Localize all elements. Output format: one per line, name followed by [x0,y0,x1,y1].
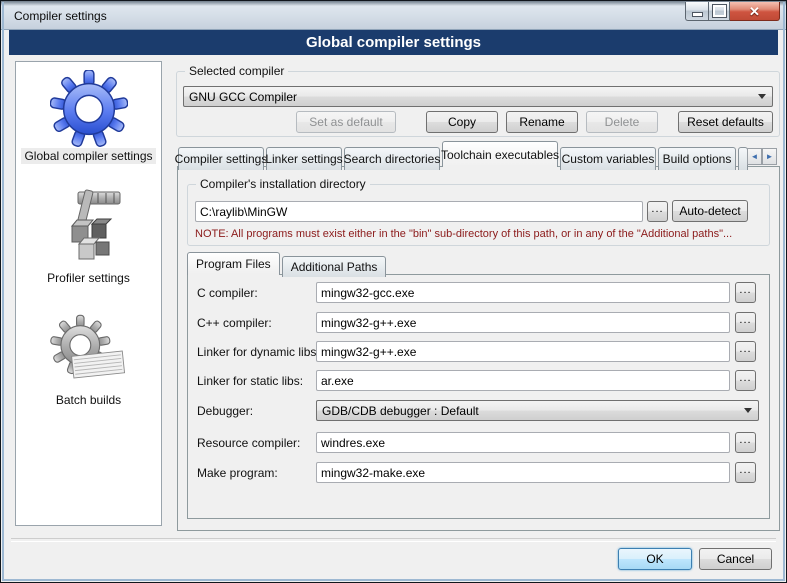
cpp-compiler-browse-button[interactable]: ... [735,312,756,333]
minimize-icon [692,12,703,17]
compiler-tabs: Compiler settings Linker settings Search… [178,141,750,167]
gear-blue-icon [50,70,128,148]
dynamic-linker-browse-button[interactable]: ... [735,341,756,362]
tab-search-directories[interactable]: Search directories [344,147,440,170]
caliper-icon [48,188,128,270]
close-icon: ✕ [749,5,760,18]
tab-scroll-left-button[interactable]: ◄ [747,148,762,165]
tab-additional-paths[interactable]: Additional Paths [282,256,387,277]
arrow-left-icon: ◄ [751,152,759,161]
ok-button[interactable]: OK [618,548,692,570]
auto-detect-button[interactable]: Auto-detect [672,200,748,222]
c-compiler-label: C compiler: [197,286,258,300]
compiler-select-value: GNU GCC Compiler [189,90,297,104]
chevron-down-icon [744,408,752,413]
set-as-default-button[interactable]: Set as default [296,111,396,133]
static-linker-label: Linker for static libs: [197,374,303,388]
make-program-browse-button[interactable]: ... [735,462,756,483]
debugger-select-value: GDB/CDB debugger : Default [322,404,479,418]
maximize-icon [713,5,726,17]
install-dir-input[interactable] [195,201,643,222]
static-linker-input[interactable] [316,370,730,391]
tab-toolchain-executables[interactable]: Toolchain executables [442,141,558,167]
make-program-input[interactable] [316,462,730,483]
install-dir-browse-button[interactable]: ... [647,201,668,222]
compiler-select[interactable]: GNU GCC Compiler [183,86,773,107]
cpp-compiler-input[interactable] [316,312,730,333]
minimize-button[interactable] [685,2,708,21]
compiler-settings-dialog: Compiler settings ✕ Global compiler sett… [0,0,787,583]
program-tabs: Program Files Additional Paths [187,252,388,275]
sidebar-item-label: Batch builds [53,392,124,408]
window-title: Compiler settings [14,9,107,23]
title-bar[interactable]: Compiler settings ✕ [1,1,786,30]
make-program-label: Make program: [197,466,278,480]
settings-sidebar: Global compiler settings Profiler settin… [15,61,162,526]
tab-scroll-buttons: ◄ ► [747,148,777,165]
dynamic-linker-input[interactable] [316,341,730,362]
tab-compiler-settings[interactable]: Compiler settings [178,147,264,170]
debugger-label: Debugger: [197,404,253,418]
sidebar-item-profiler-settings[interactable]: Profiler settings [44,188,133,286]
resource-compiler-browse-button[interactable]: ... [735,432,756,453]
delete-button[interactable]: Delete [586,111,658,133]
tab-program-files[interactable]: Program Files [187,252,280,275]
dynamic-linker-label: Linker for dynamic libs: [197,345,320,359]
install-dir-note: NOTE: All programs must exist either in … [195,228,732,240]
sidebar-item-batch-builds[interactable]: Batch builds [49,312,129,408]
install-dir-group-label: Compiler's installation directory [196,177,370,191]
cpp-compiler-label: C++ compiler: [197,316,272,330]
resource-compiler-label: Resource compiler: [197,436,300,450]
chevron-down-icon [758,94,766,99]
page-title-banner: Global compiler settings [9,30,778,55]
selected-compiler-group-label: Selected compiler [185,64,288,78]
window-controls: ✕ [685,2,780,21]
cancel-button[interactable]: Cancel [699,548,772,570]
page-title: Global compiler settings [306,34,481,51]
sidebar-item-label: Profiler settings [44,270,133,286]
static-linker-browse-button[interactable]: ... [735,370,756,391]
c-compiler-input[interactable] [316,282,730,303]
footer-separator [11,538,776,542]
maximize-button[interactable] [708,2,730,21]
rename-button[interactable]: Rename [506,111,578,133]
reset-defaults-button[interactable]: Reset defaults [678,111,773,133]
tab-build-options[interactable]: Build options [658,147,736,170]
resource-compiler-input[interactable] [316,432,730,453]
tab-custom-variables[interactable]: Custom variables [560,147,656,170]
arrow-right-icon: ► [766,152,774,161]
tab-scroll-right-button[interactable]: ► [762,148,777,165]
copy-button[interactable]: Copy [426,111,498,133]
debugger-select[interactable]: GDB/CDB debugger : Default [316,400,759,421]
c-compiler-browse-button[interactable]: ... [735,282,756,303]
close-button[interactable]: ✕ [730,2,780,21]
gear-stack-icon [49,312,129,392]
tab-linker-settings[interactable]: Linker settings [266,147,342,170]
sidebar-item-global-compiler-settings[interactable]: Global compiler settings [21,70,155,164]
sidebar-item-label: Global compiler settings [21,148,155,164]
